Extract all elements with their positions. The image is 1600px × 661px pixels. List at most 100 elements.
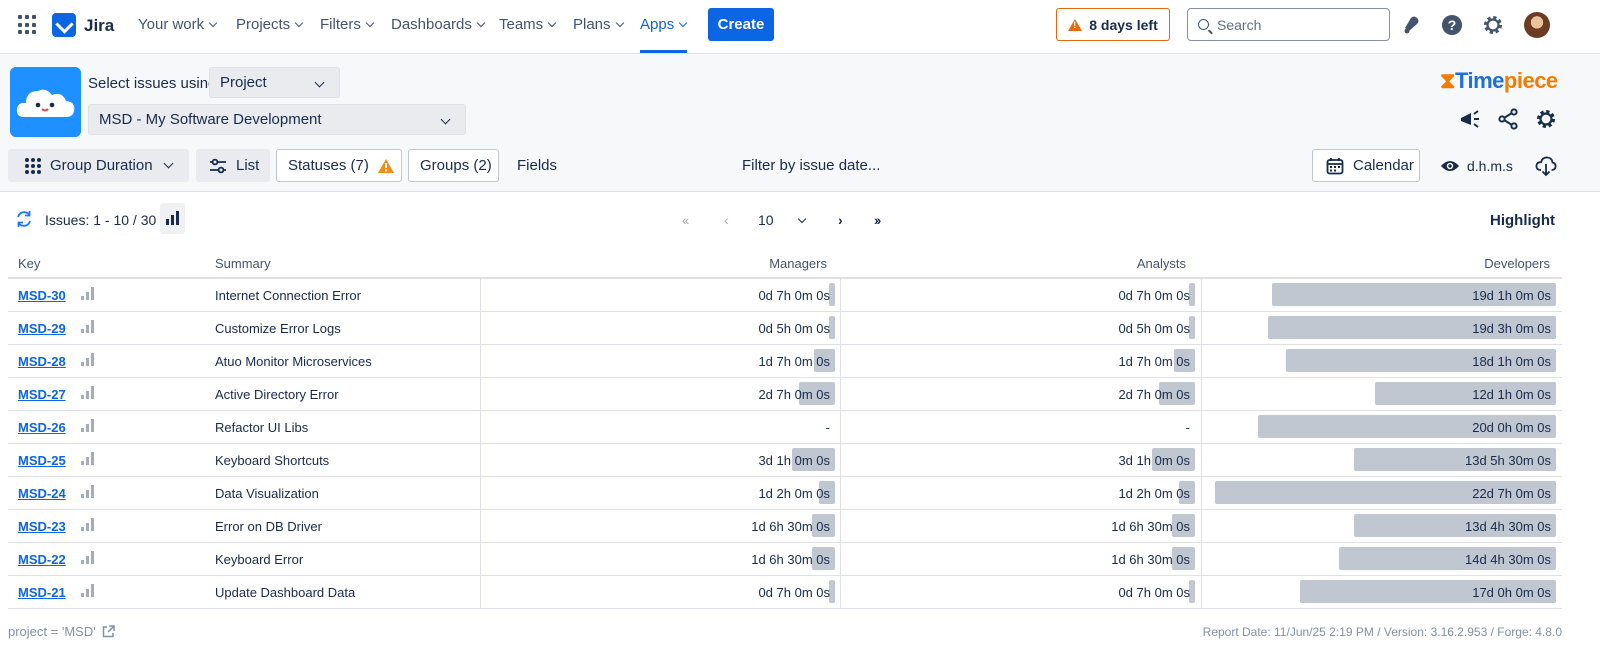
table-row[interactable]: MSD-25 Keyboard Shortcuts 3d 1h 0m 0s 3d 1h… (8, 444, 1562, 477)
table-row[interactable]: MSD-22 Keyboard Error 1d 6h 30m 0s 1d 6h 30… (8, 543, 1562, 576)
developers-duration: 22d 7h 0m 0s (1472, 486, 1551, 501)
col-developers[interactable]: Developers (1484, 256, 1550, 271)
table-row[interactable]: MSD-27 Active Directory Error 2d 7h 0m 0s 2… (8, 378, 1562, 411)
announcement-icon[interactable] (1459, 108, 1481, 130)
issue-summary: Data Visualization (215, 486, 319, 501)
first-page-button[interactable]: ‹‹ (682, 212, 689, 228)
timepiece-settings-icon[interactable] (1535, 108, 1557, 130)
project-dropdown[interactable]: MSD - My Software Development (88, 104, 466, 135)
managers-duration: 0d 7h 0m 0s (758, 585, 830, 600)
next-page-button[interactable]: › (838, 212, 843, 228)
col-summary[interactable]: Summary (215, 256, 271, 271)
chevron-down-icon (163, 158, 174, 169)
groups-button[interactable]: Groups (2) (408, 149, 499, 182)
chart-toggle-button[interactable] (160, 203, 185, 234)
issue-chart-icon[interactable] (81, 452, 95, 465)
issue-chart-icon[interactable] (81, 551, 95, 564)
table-row[interactable]: MSD-23 Error on DB Driver 1d 6h 30m 0s 1d 6… (8, 510, 1562, 543)
group-duration-dropdown[interactable]: Group Duration (8, 149, 189, 182)
table-row[interactable]: MSD-26 Refactor UI Libs - - 20d 0h 0m 0s (8, 411, 1562, 444)
managers-duration: - (825, 420, 830, 435)
issue-key-link[interactable]: MSD-26 (18, 420, 66, 435)
statuses-button[interactable]: Statuses (7) (276, 149, 402, 182)
page-size-dropdown[interactable]: 10 (758, 212, 807, 228)
issue-summary: Error on DB Driver (215, 519, 322, 534)
search-input[interactable] (1217, 16, 1377, 33)
filter-by-date-button[interactable]: Filter by issue date... (742, 149, 880, 182)
issue-key-link[interactable]: MSD-22 (18, 552, 66, 567)
jql-query[interactable]: project = 'MSD' (8, 624, 115, 639)
nav-teams[interactable]: Teams (499, 16, 557, 33)
chevron-down-icon (798, 214, 807, 224)
last-page-button[interactable]: ›› (874, 212, 881, 228)
issue-key-link[interactable]: MSD-30 (18, 288, 66, 303)
cloud-logo-icon (10, 67, 81, 137)
issue-chart-icon[interactable] (81, 485, 95, 498)
issue-key-link[interactable]: MSD-23 (18, 519, 66, 534)
issue-chart-icon[interactable] (81, 287, 95, 300)
analysts-duration: 0d 7h 0m 0s (1118, 585, 1190, 600)
issue-key-link[interactable]: MSD-29 (18, 321, 66, 336)
col-analysts[interactable]: Analysts (1137, 256, 1186, 271)
table-row[interactable]: MSD-29 Customize Error Logs 0d 5h 0m 0s 0d … (8, 312, 1562, 345)
external-link-icon[interactable] (102, 625, 115, 638)
chevron-down-icon (547, 18, 557, 28)
issue-chart-icon[interactable] (81, 386, 95, 399)
table-row[interactable]: MSD-21 Update Dashboard Data 0d 7h 0m 0s 0d… (8, 576, 1562, 609)
issue-summary: Internet Connection Error (215, 288, 361, 303)
issue-key-link[interactable]: MSD-24 (18, 486, 66, 501)
issue-key-link[interactable]: MSD-28 (18, 354, 66, 369)
nav-dashboards[interactable]: Dashboards (391, 16, 486, 33)
app-switcher-icon[interactable] (18, 15, 38, 35)
managers-duration: 1d 7h 0m 0s (758, 354, 830, 369)
issue-key-link[interactable]: MSD-25 (18, 453, 66, 468)
issue-chart-icon[interactable] (81, 584, 95, 597)
trial-days-left-button[interactable]: 8 days left (1056, 8, 1170, 41)
refresh-icon[interactable] (15, 210, 33, 228)
table-row[interactable]: MSD-30 Internet Connection Error 0d 7h 0m … (8, 279, 1562, 312)
issue-summary: Refactor UI Libs (215, 420, 309, 435)
chevron-down-icon (476, 18, 486, 28)
nav-projects[interactable]: Projects (236, 16, 304, 33)
issue-key-link[interactable]: MSD-27 (18, 387, 66, 402)
share-icon[interactable] (1497, 108, 1519, 130)
table-row[interactable]: MSD-28 Atuo Monitor Microservices 1d 7h 0m… (8, 345, 1562, 378)
fields-button[interactable]: Fields (517, 149, 557, 182)
nav-plans[interactable]: Plans (573, 16, 624, 33)
svg-text:?: ? (1448, 17, 1457, 33)
col-key[interactable]: Key (18, 256, 40, 271)
avatar[interactable] (1524, 12, 1550, 38)
table-row[interactable]: MSD-24 Data Visualization 1d 2h 0m 0s 1d 2h… (8, 477, 1562, 510)
issue-chart-icon[interactable] (81, 419, 95, 432)
select-mode-dropdown[interactable]: Project (209, 67, 340, 98)
create-button[interactable]: Create (708, 8, 774, 41)
jira-logo-icon[interactable] (52, 13, 76, 37)
nav-your-work[interactable]: Your work (138, 16, 218, 33)
col-managers[interactable]: Managers (769, 256, 827, 271)
settings-icon[interactable] (1482, 14, 1504, 36)
chevron-down-icon (314, 77, 325, 88)
issue-chart-icon[interactable] (81, 353, 95, 366)
help-icon[interactable]: ? (1441, 14, 1463, 36)
issue-key-link[interactable]: MSD-21 (18, 585, 66, 600)
issue-chart-icon[interactable] (81, 320, 95, 333)
jira-brand[interactable]: Jira (84, 16, 114, 36)
list-button[interactable]: List (196, 149, 270, 182)
issue-summary: Active Directory Error (215, 387, 339, 402)
chevron-down-icon (615, 18, 624, 28)
time-format-button[interactable]: d.h.m.s (1440, 149, 1513, 182)
cloud-download-icon[interactable] (1535, 155, 1557, 177)
managers-duration: 3d 1h 0m 0s (758, 453, 830, 468)
issue-summary: Update Dashboard Data (215, 585, 356, 600)
nav-filters[interactable]: Filters (320, 16, 375, 33)
nav-apps[interactable]: Apps (640, 16, 688, 33)
developers-duration: 19d 1h 0m 0s (1472, 288, 1551, 303)
issue-chart-icon[interactable] (81, 518, 95, 531)
issues-count: Issues: 1 - 10 / 30 (45, 212, 157, 228)
calendar-button[interactable]: Calendar (1312, 149, 1420, 182)
notifications-icon[interactable] (1401, 14, 1423, 36)
calendar-icon (1326, 157, 1344, 174)
highlight-button[interactable]: Highlight (1490, 212, 1555, 229)
search-box[interactable] (1187, 8, 1390, 41)
previous-page-button[interactable]: ‹ (724, 212, 729, 228)
